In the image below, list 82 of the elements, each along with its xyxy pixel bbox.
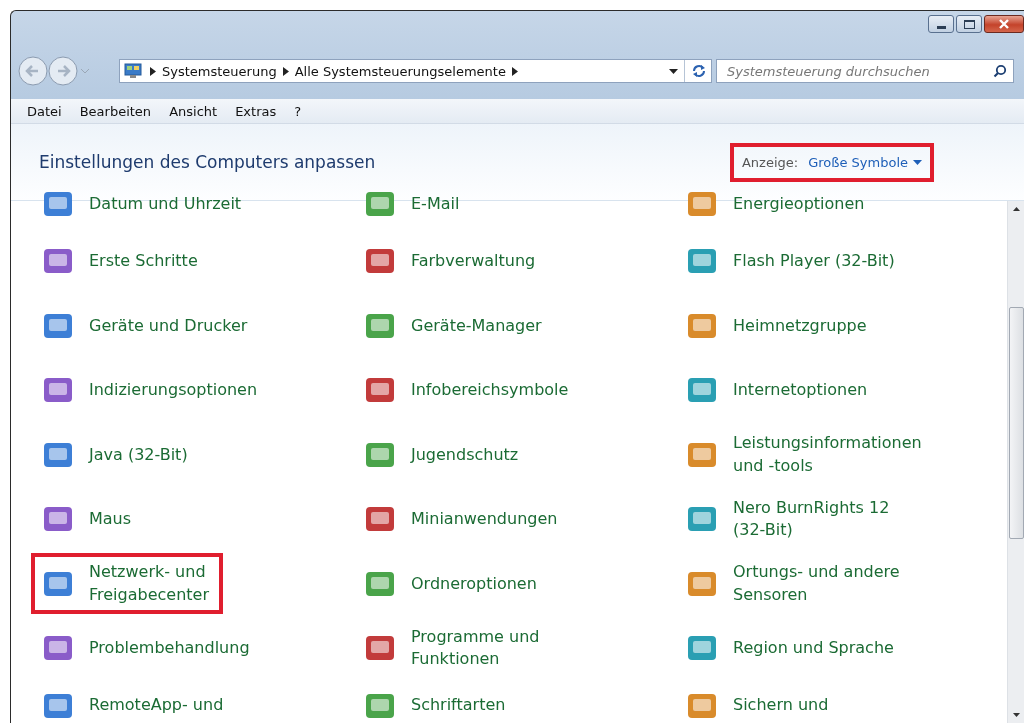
item-label[interactable]: Netzwerk- und Freigabecenter	[89, 561, 209, 607]
control-panel-item[interactable]: Java (32-Bit)	[31, 429, 202, 480]
item-label[interactable]: Ortungs- und andere Sensoren	[733, 561, 900, 607]
item-label[interactable]: Ordneroptionen	[411, 572, 537, 595]
control-panel-item[interactable]: Region und Sprache	[675, 623, 908, 674]
item-label[interactable]: Nero BurnRights 12 (32-Bit)	[733, 496, 890, 542]
item-label[interactable]: Maus	[89, 508, 132, 531]
control-panel-item[interactable]: Programme und Funktionen	[353, 617, 554, 679]
menu-item[interactable]: ?	[288, 101, 308, 121]
item-label[interactable]: E-Mail	[411, 192, 460, 216]
scroll-up-arrow-icon[interactable]	[1012, 207, 1020, 211]
control-panel-item[interactable]: Indizierungsoptionen	[31, 365, 272, 416]
menu-item[interactable]: Ansicht	[163, 101, 224, 121]
item-label[interactable]: Geräte-Manager	[411, 314, 542, 337]
dropdown-arrow-icon	[913, 159, 922, 165]
refresh-button[interactable]	[684, 60, 707, 82]
control-panel-item[interactable]: Schriftarten	[353, 680, 520, 723]
control-panel-item[interactable]: E-Mail	[353, 179, 474, 229]
control-panel-item[interactable]: Geräte und Drucker	[31, 300, 262, 351]
view-label: Anzeige:	[741, 154, 799, 170]
control-panel-item[interactable]: Energieoptionen	[675, 179, 879, 229]
control-panel-item[interactable]: Infobereichsymbole	[353, 365, 583, 416]
control-panel-item[interactable]: Sichern und	[675, 680, 843, 723]
breadcrumb-arrow-icon	[150, 66, 156, 76]
item-label[interactable]: Infobereichsymbole	[411, 379, 569, 402]
item-label[interactable]: Schriftarten	[411, 694, 506, 717]
control-panel-item[interactable]: Leistungsinformationen und -tools	[675, 424, 936, 486]
control-panel-item[interactable]: Minianwendungen	[353, 494, 572, 545]
control-panel-item[interactable]: Maus	[31, 494, 146, 545]
breadcrumb-arrow-icon	[511, 66, 518, 76]
control-panel-item[interactable]: Flash Player (32-Bit)	[675, 236, 909, 287]
item-label[interactable]: Heimnetzgruppe	[733, 314, 867, 337]
item-label[interactable]: Erste Schritte	[89, 250, 198, 273]
item-label[interactable]: Programme und Funktionen	[411, 625, 540, 671]
control-panel-item[interactable]: Jugendschutz	[353, 429, 533, 480]
scroll-down-arrow-icon[interactable]	[1012, 713, 1020, 717]
search-field[interactable]: Systemsteuerung durchsuchen	[716, 59, 1014, 83]
control-panel-item[interactable]: Nero BurnRights 12 (32-Bit)	[675, 488, 904, 550]
item-label[interactable]: Flash Player (32-Bit)	[733, 250, 895, 273]
item-label[interactable]: Internetoptionen	[733, 379, 868, 402]
control-panel-item[interactable]: Farbverwaltung	[353, 236, 550, 287]
item-label[interactable]: Farbverwaltung	[411, 250, 536, 273]
control-panel-item[interactable]: Datum und Uhrzeit	[31, 179, 256, 229]
item-label[interactable]: Geräte und Drucker	[89, 314, 248, 337]
item-label[interactable]: Minianwendungen	[411, 508, 558, 531]
menu-item[interactable]: Bearbeiten	[73, 101, 158, 121]
control-panel-item[interactable]: Internetoptionen	[675, 365, 882, 416]
refresh-icon	[691, 64, 707, 78]
search-icon	[993, 64, 1007, 78]
control-panel-item[interactable]: Ortungs- und andere Sensoren	[675, 553, 914, 615]
dropdown-arrow-icon[interactable]	[669, 68, 678, 74]
menu-item[interactable]: Datei	[21, 101, 68, 121]
breadcrumb-item[interactable]: Systemsteuerung	[162, 63, 277, 79]
item-label[interactable]: Problembehandlung	[89, 637, 250, 660]
control-panel-item[interactable]: RemoteApp- und	[31, 680, 238, 723]
item-label[interactable]: Jugendschutz	[411, 443, 519, 466]
maximize-button[interactable]	[956, 15, 982, 33]
item-label[interactable]: Energieoptionen	[733, 192, 865, 216]
item-label[interactable]: Region und Sprache	[733, 637, 894, 660]
control-panel-item[interactable]: Erste Schritte	[31, 236, 212, 287]
item-label[interactable]: RemoteApp- und	[89, 694, 224, 717]
control-panel-item[interactable]: Heimnetzgruppe	[675, 300, 881, 351]
item-label[interactable]: Leistungsinformationen und -tools	[733, 432, 922, 478]
address-bar[interactable]: Systemsteuerung Alle Systemsteuerungselemente	[119, 59, 712, 83]
control-panel-item[interactable]: Geräte-Manager	[353, 300, 556, 351]
breadcrumb-arrow-icon	[282, 66, 289, 76]
control-panel-item[interactable]: Ordneroptionen	[353, 558, 551, 609]
item-label[interactable]: Datum und Uhrzeit	[89, 192, 242, 216]
control-panel-item[interactable]: Netzwerk- und Freigabecenter	[31, 553, 223, 615]
close-button[interactable]	[984, 15, 1024, 33]
breadcrumb-item[interactable]: Alle Systemsteuerungselemente	[294, 63, 506, 79]
close-icon	[998, 19, 1010, 29]
control-panel-item[interactable]: Problembehandlung	[31, 623, 264, 674]
vertical-scrollbar[interactable]	[1007, 201, 1024, 723]
page-title: Einstellungen des Computers anpassen	[39, 152, 376, 172]
item-label[interactable]: Java (32-Bit)	[89, 443, 188, 466]
item-label[interactable]: Indizierungsoptionen	[89, 379, 258, 402]
minimize-button[interactable]	[928, 15, 954, 33]
control-panel-icon	[124, 63, 142, 79]
view-dropdown[interactable]: Große Symbole	[808, 154, 922, 170]
item-label[interactable]: Sichern und	[733, 694, 829, 717]
menu-item[interactable]: Extras	[229, 101, 283, 121]
